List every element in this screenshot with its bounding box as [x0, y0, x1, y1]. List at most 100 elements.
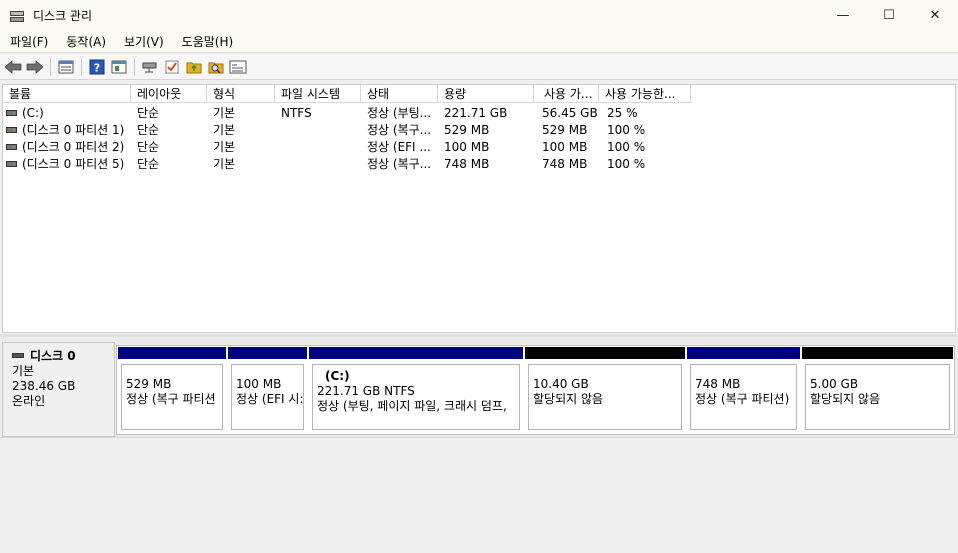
- disk-size: 238.46 GB: [12, 379, 76, 393]
- partition-size: 10.40 GB: [533, 377, 589, 391]
- title-bar: 디스크 관리 — ☐ ✕: [0, 0, 958, 31]
- partition-status: 정상 (EFI 시:: [236, 392, 304, 406]
- disk-name: 디스크 0: [30, 349, 76, 363]
- partition-status: 할당되지 않음: [810, 392, 881, 406]
- column-header-layout[interactable]: 레이아웃: [131, 85, 207, 103]
- volume-free-space: 100 MB: [542, 140, 588, 154]
- column-header-free-space[interactable]: 사용 가...: [534, 85, 599, 103]
- volume-capacity: 100 MB: [444, 140, 490, 154]
- table-row[interactable]: (디스크 0 파티션 1) 단순 기본 정상 (복구... 529 MB 529…: [3, 122, 955, 139]
- volume-file-system: [275, 122, 361, 139]
- menu-view[interactable]: 보기(V): [114, 33, 172, 50]
- window-icon[interactable]: [227, 56, 249, 78]
- volume-file-system: [275, 139, 361, 156]
- volume-status: 정상 (복구...: [367, 157, 432, 171]
- volume-status: 정상 (EFI ...: [367, 140, 431, 154]
- menu-file[interactable]: 파일(F): [0, 33, 56, 50]
- volume-layout: 단순: [137, 106, 160, 120]
- volume-icon: [6, 143, 17, 150]
- volume-list: 볼륨 레이아웃 형식 파일 시스템 상태 용량 사용 가... 사용 가능한..…: [2, 84, 956, 333]
- volume-name: (디스크 0 파티션 5): [22, 157, 125, 171]
- window-title: 디스크 관리: [33, 9, 93, 23]
- partition-recovery-5[interactable]: 748 MB 정상 (복구 파티션): [686, 346, 801, 434]
- volume-type: 기본: [213, 157, 236, 171]
- partition-name: (C:): [325, 369, 350, 383]
- partition-bar: [227, 346, 308, 360]
- partition-bar: [686, 346, 801, 360]
- volume-type: 기본: [213, 106, 236, 120]
- partition-bar: [308, 346, 524, 360]
- partition-size: 748 MB: [695, 377, 741, 391]
- volume-layout: 단순: [137, 123, 160, 137]
- partition-strip: 529 MB 정상 (복구 파티션 100 MB 정상 (EFI 시: (C:)…: [116, 345, 955, 435]
- list-view-icon[interactable]: [55, 56, 77, 78]
- disk-status: 온라인: [12, 394, 46, 408]
- volume-name: (디스크 0 파티션 2): [22, 140, 125, 154]
- volume-percent-free: 100 %: [607, 123, 646, 137]
- toolbar-separator: [81, 57, 82, 76]
- partition-size: 100 MB: [236, 377, 282, 391]
- partition-size: 529 MB: [126, 377, 172, 391]
- column-header-volume[interactable]: 볼륨: [3, 85, 131, 103]
- partition-efi[interactable]: 100 MB 정상 (EFI 시:: [227, 346, 308, 434]
- column-header-status[interactable]: 상태: [361, 85, 438, 103]
- partition-status: 할당되지 않음: [533, 392, 604, 406]
- partition-unallocated-1[interactable]: 10.40 GB 할당되지 않음: [524, 346, 686, 434]
- volume-icon: [6, 160, 17, 167]
- column-header-percent-free[interactable]: 사용 가능한...: [599, 85, 691, 103]
- partition-bar: [117, 346, 227, 360]
- disk-icon: [12, 353, 24, 358]
- menu-action[interactable]: 동작(A): [56, 33, 114, 50]
- partition-bar: [524, 346, 686, 360]
- volume-percent-free: 100 %: [607, 157, 646, 171]
- volume-name: (C:): [22, 106, 44, 120]
- close-button[interactable]: ✕: [912, 0, 958, 31]
- empty-disk-area: [0, 437, 958, 553]
- partition-c[interactable]: (C:) 221.71 GB NTFS 정상 (부팅, 페이지 파일, 크래시 …: [308, 346, 524, 434]
- table-row[interactable]: (디스크 0 파티션 2) 단순 기본 정상 (EFI ... 100 MB 1…: [3, 139, 955, 156]
- check-icon[interactable]: [161, 56, 183, 78]
- back-arrow-icon[interactable]: [2, 56, 24, 78]
- forward-arrow-icon[interactable]: [24, 56, 46, 78]
- table-row[interactable]: (디스크 0 파티션 5) 단순 기본 정상 (복구... 748 MB 748…: [3, 156, 955, 173]
- folder-up-icon[interactable]: [183, 56, 205, 78]
- column-header-capacity[interactable]: 용량: [438, 85, 534, 103]
- volume-capacity: 529 MB: [444, 123, 490, 137]
- disk-label[interactable]: 디스크 0 기본 238.46 GB 온라인: [2, 342, 115, 437]
- partition-status: 정상 (복구 파티션: [126, 392, 216, 406]
- connect-icon[interactable]: [139, 56, 161, 78]
- volume-free-space: 748 MB: [542, 157, 588, 171]
- volume-free-space: 529 MB: [542, 123, 588, 137]
- volume-icon: [6, 109, 17, 116]
- volume-icon: [6, 126, 17, 133]
- partition-bar: [801, 346, 954, 360]
- partition-unallocated-2[interactable]: 5.00 GB 할당되지 않음: [801, 346, 954, 434]
- volume-name: (디스크 0 파티션 1): [22, 123, 125, 137]
- partition-status: 정상 (부팅, 페이지 파일, 크래시 덤프,: [317, 399, 507, 413]
- volume-percent-free: 100 %: [607, 140, 646, 154]
- partition-recovery-1[interactable]: 529 MB 정상 (복구 파티션: [117, 346, 227, 434]
- volume-type: 기본: [213, 140, 236, 154]
- search-icon[interactable]: [205, 56, 227, 78]
- disk-type: 기본: [12, 364, 35, 378]
- volume-status: 정상 (복구...: [367, 123, 432, 137]
- volume-capacity: 748 MB: [444, 157, 490, 171]
- properties-icon[interactable]: [108, 56, 130, 78]
- table-row[interactable]: (C:) 단순 기본 NTFS 정상 (부팅... 221.71 GB 56.4…: [3, 105, 955, 122]
- column-header-type[interactable]: 형식: [207, 85, 275, 103]
- volume-status: 정상 (부팅...: [367, 106, 432, 120]
- menu-bar: 파일(F) 동작(A) 보기(V) 도움말(H): [0, 31, 958, 53]
- help-icon[interactable]: ?: [86, 56, 108, 78]
- menu-help[interactable]: 도움말(H): [172, 33, 242, 50]
- volume-file-system: [275, 156, 361, 173]
- maximize-button[interactable]: ☐: [866, 0, 912, 31]
- toolbar-separator: [134, 57, 135, 76]
- column-header-file-system[interactable]: 파일 시스템: [275, 85, 361, 103]
- volume-layout: 단순: [137, 140, 160, 154]
- volume-type: 기본: [213, 123, 236, 137]
- partition-status: 정상 (복구 파티션): [695, 392, 790, 406]
- volume-capacity: 221.71 GB: [444, 106, 508, 120]
- minimize-button[interactable]: —: [820, 0, 866, 31]
- volume-layout: 단순: [137, 157, 160, 171]
- volume-percent-free: 25 %: [607, 106, 638, 120]
